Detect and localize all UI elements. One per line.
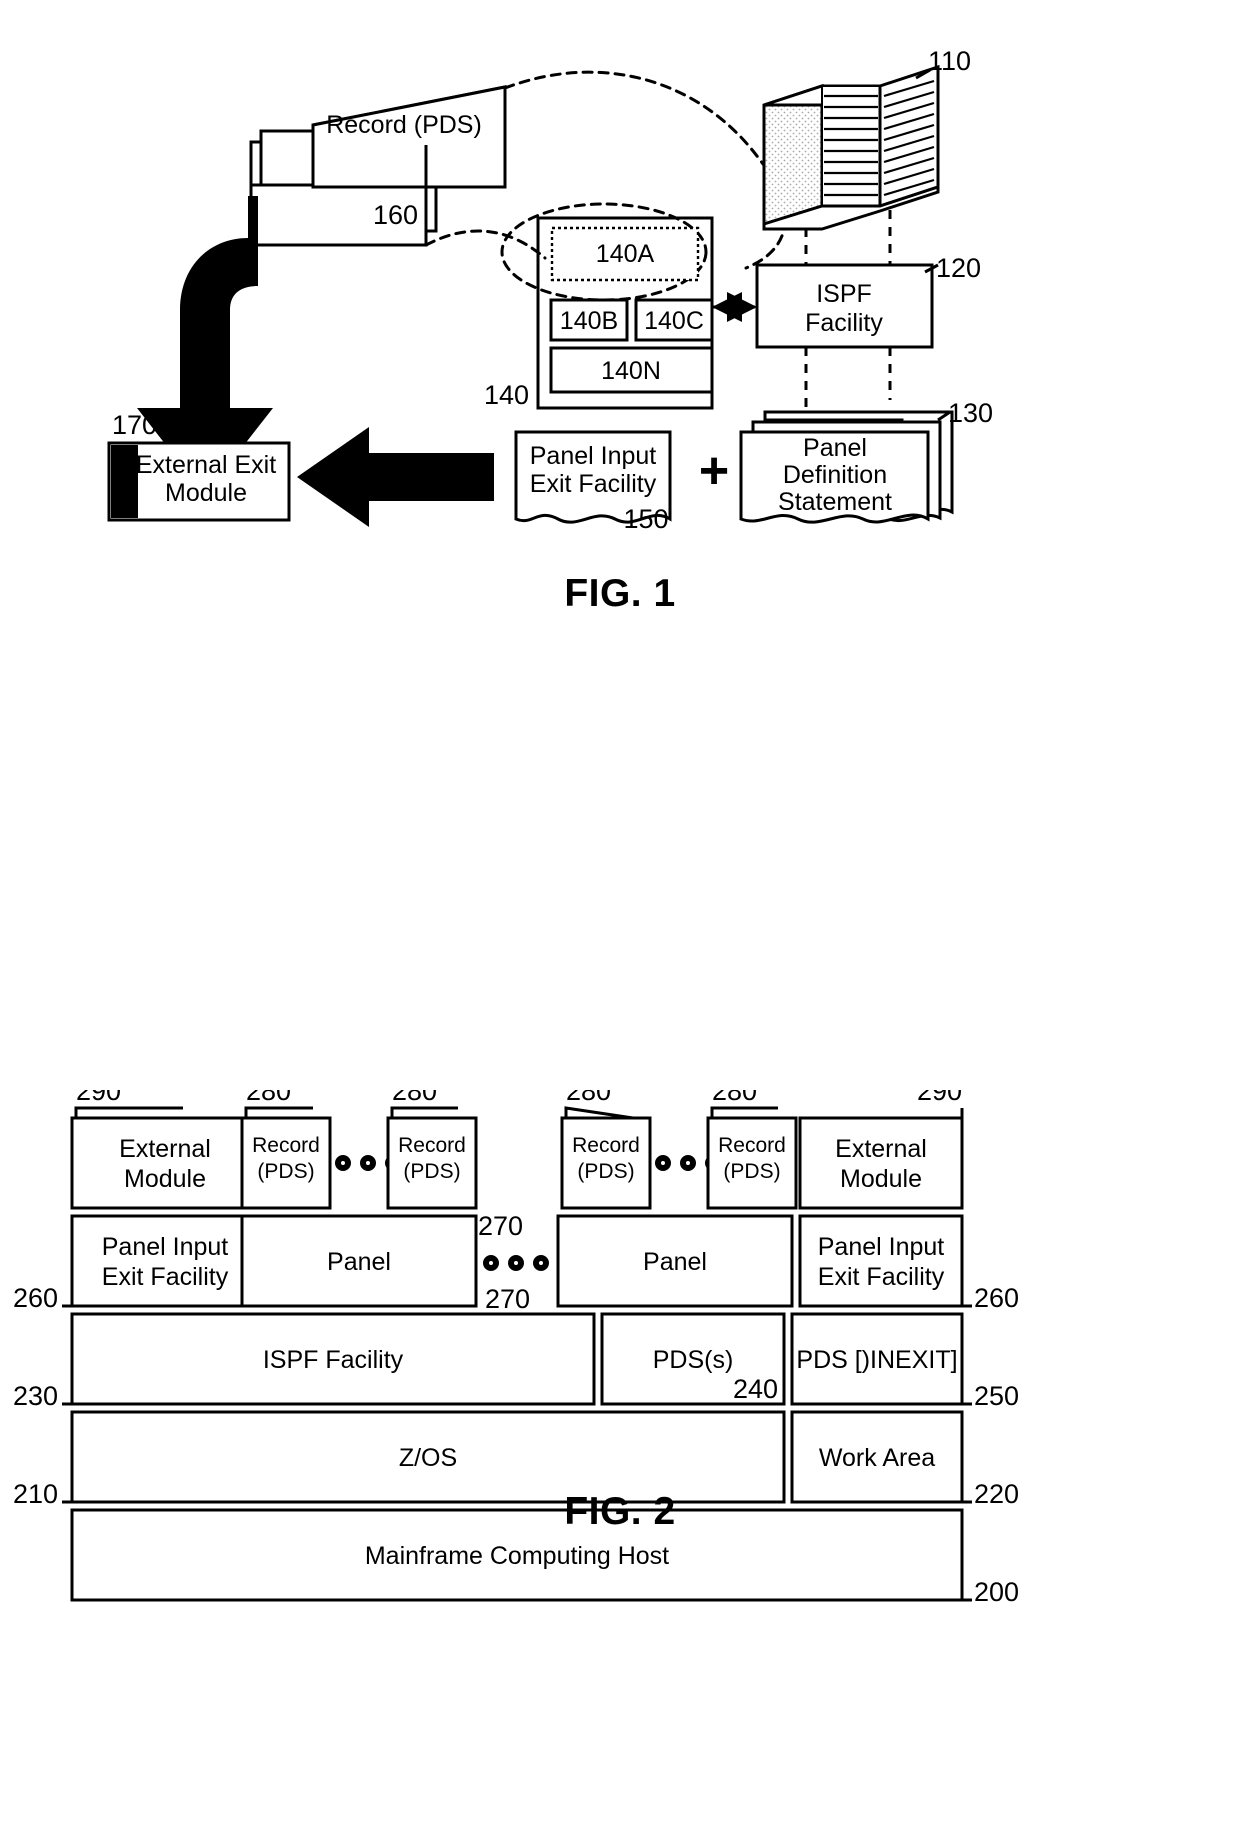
ispf-facility-label-line2: Facility bbox=[805, 309, 883, 337]
ref-290-left: 290 bbox=[76, 1090, 121, 1106]
ref-160: 160 bbox=[373, 200, 418, 230]
ref-270-bottom: 270 bbox=[485, 1284, 530, 1314]
record-pds-2-line1: Record bbox=[398, 1134, 466, 1157]
ref-280-b: 280 bbox=[392, 1090, 437, 1106]
ref-230: 230 bbox=[13, 1381, 58, 1411]
panel-group-140: 140A 140B 140C 140N 140 bbox=[484, 216, 714, 410]
external-module-right-line1: External bbox=[835, 1135, 927, 1163]
record-pds-4-line1: Record bbox=[718, 1134, 786, 1157]
record-pds-label: Record (PDS) bbox=[326, 111, 482, 139]
panel-input-exit-left-line2: Exit Facility bbox=[102, 1263, 229, 1291]
ispf-facility-label-line1: ISPF bbox=[816, 280, 872, 308]
pds-inexit-label: PDS [)INEXIT] bbox=[796, 1346, 957, 1374]
record-pds-stack-160: Record (PDS) 160 bbox=[249, 85, 507, 247]
horizontal-arrow bbox=[297, 427, 494, 527]
ellipsis-3 bbox=[483, 1255, 549, 1271]
pdss-label: PDS(s) bbox=[653, 1346, 734, 1374]
panel-input-exit-line1: Panel Input bbox=[530, 442, 657, 470]
ref-270-top: 270 bbox=[478, 1211, 523, 1241]
ref-280-d: 280 bbox=[712, 1090, 757, 1106]
panel-definition-line2: Definition bbox=[783, 461, 887, 489]
record-pds-4-line2: (PDS) bbox=[723, 1160, 780, 1183]
figure-1-caption: FIG. 1 bbox=[564, 572, 676, 615]
record-pds-2-line2: (PDS) bbox=[403, 1160, 460, 1183]
patent-drawing-sheet: Record (PDS) 160 140A 140B 140C 140N 140 bbox=[0, 0, 1240, 1834]
ref-260-right: 260 bbox=[974, 1283, 1019, 1313]
external-exit-module-line2: Module bbox=[165, 479, 247, 507]
record-pds-3-line1: Record bbox=[572, 1134, 640, 1157]
ref-200: 200 bbox=[974, 1577, 1019, 1607]
ref-150: 150 bbox=[623, 504, 668, 534]
panel-input-exit-right-box bbox=[798, 1214, 964, 1308]
record-pds-3-line2: (PDS) bbox=[577, 1160, 634, 1183]
ref-120: 120 bbox=[936, 253, 981, 283]
figure2-panel-row: Panel Input Exit Facility 260 Panel 270 … bbox=[13, 1211, 1019, 1314]
figure-1: Record (PDS) 160 140A 140B 140C 140N 140 bbox=[107, 46, 993, 534]
external-module-left-box bbox=[70, 1116, 260, 1210]
ispf-facility-box: ISPF Facility 120 bbox=[755, 210, 981, 349]
ref-290-right: 290 bbox=[917, 1090, 962, 1106]
ref-240: 240 bbox=[733, 1374, 778, 1404]
panel-definition-line1: Panel bbox=[803, 434, 867, 462]
zos-label: Z/OS bbox=[399, 1444, 457, 1472]
figure2-ispf-row: ISPF Facility 230 PDS(s) 240 PDS [)INEXI… bbox=[13, 1312, 1019, 1411]
ispf-facility-label: ISPF Facility bbox=[263, 1346, 404, 1374]
figure2-top-refs: 290 280 280 280 280 290 bbox=[74, 1090, 964, 1120]
panel-left-label: Panel bbox=[327, 1248, 391, 1276]
panel-140c-label: 140C bbox=[644, 307, 704, 335]
external-module-right-line2: Module bbox=[840, 1165, 922, 1193]
panel-definition-line3: Statement bbox=[778, 488, 892, 516]
panel-right-label: Panel bbox=[643, 1248, 707, 1276]
panel-input-exit-right-line2: Exit Facility bbox=[818, 1263, 945, 1291]
ref-280-a: 280 bbox=[246, 1090, 291, 1106]
ref-130: 130 bbox=[948, 398, 993, 428]
panel-input-exit-right-line1: Panel Input bbox=[818, 1233, 945, 1261]
panel-140n-label: 140N bbox=[601, 357, 661, 385]
ref-250: 250 bbox=[974, 1381, 1019, 1411]
panel-input-exit-left-line1: Panel Input bbox=[102, 1233, 229, 1261]
figure-2: 290 280 280 280 280 290 External Module … bbox=[13, 1090, 1019, 1607]
external-module-left-line1: External bbox=[119, 1135, 211, 1163]
panel-input-exit-left-box bbox=[70, 1214, 260, 1308]
record-pds-1-line2: (PDS) bbox=[257, 1160, 314, 1183]
figure2-top-row: External Module Record (PDS) Record (PDS… bbox=[70, 1116, 964, 1210]
work-area-label: Work Area bbox=[819, 1444, 935, 1472]
panel-140b-label: 140B bbox=[560, 307, 618, 335]
ref-280-c: 280 bbox=[566, 1090, 611, 1106]
mainframe-icon: 110 bbox=[762, 46, 971, 231]
record-pds-1-line1: Record bbox=[252, 1134, 320, 1157]
bidirectional-link bbox=[712, 292, 757, 322]
panel-definition-statement-stack: Panel Definition Statement 130 bbox=[739, 398, 993, 524]
ref-260-left: 260 bbox=[13, 1283, 58, 1313]
panel-input-exit-line2: Exit Facility bbox=[530, 470, 657, 498]
external-exit-module-line1: External Exit bbox=[136, 451, 276, 479]
external-module-right-box bbox=[798, 1116, 964, 1210]
panel-140a-label: 140A bbox=[596, 240, 655, 268]
ref-110: 110 bbox=[928, 46, 971, 76]
figure-2-caption: FIG. 2 bbox=[564, 1490, 676, 1533]
plus-operator: + bbox=[699, 442, 729, 500]
external-module-left-line2: Module bbox=[124, 1165, 206, 1193]
ref-170: 170 bbox=[112, 410, 157, 440]
ref-140: 140 bbox=[484, 380, 529, 410]
panel-input-exit-facility: Panel Input Exit Facility 150 bbox=[514, 430, 672, 534]
mainframe-computing-host-label: Mainframe Computing Host bbox=[365, 1542, 669, 1570]
